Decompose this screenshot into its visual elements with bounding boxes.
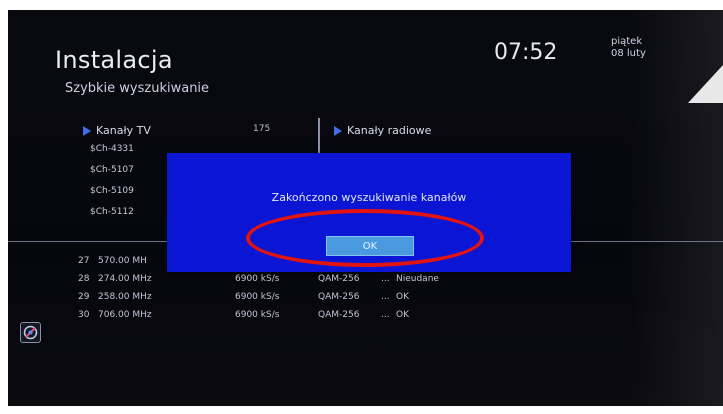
row-status: OK: [396, 292, 409, 302]
row-frequency: 706.00 MHz: [98, 310, 152, 320]
satellite-dish-icon: [23, 325, 38, 340]
tv-frame: Instalacja Szybkie wyszukiwanie 07:52 pi…: [0, 0, 723, 414]
scan-complete-dialog: Zakończono wyszukiwanie kanałów OK: [167, 153, 571, 272]
table-row: 29 258.00 MHz 6900 kS/s QAM-256 ... OK: [78, 292, 538, 310]
row-modulation: QAM-256: [318, 310, 360, 320]
row-symbol-rate: 6900 kS/s: [235, 310, 280, 320]
row-status: Nieudane: [396, 274, 439, 284]
radio-channels-header: Kanały radiowe: [334, 124, 431, 137]
row-modulation: QAM-256: [318, 292, 360, 302]
table-row: 28 274.00 MHz 6900 kS/s QAM-256 ... Nieu…: [78, 274, 538, 292]
list-item: $Ch-5107: [90, 165, 134, 175]
radio-channels-label: Kanały radiowe: [347, 124, 432, 137]
dialog-message: Zakończono wyszukiwanie kanałów: [271, 191, 467, 204]
corner-decoration: [688, 65, 723, 103]
page-title: Instalacja: [55, 46, 173, 74]
row-status: OK: [396, 310, 409, 320]
tv-screen: Instalacja Szybkie wyszukiwanie 07:52 pi…: [8, 10, 723, 406]
tv-channels-header: Kanały TV: [83, 124, 151, 137]
table-row: 30 706.00 MHz 6900 kS/s QAM-256 ... OK: [78, 310, 538, 328]
row-number: 30: [78, 310, 90, 320]
row-frequency: 274.00 MHz: [98, 274, 152, 284]
row-modulation: QAM-256: [318, 274, 360, 284]
row-ellipsis: ...: [381, 292, 390, 302]
row-ellipsis: ...: [381, 310, 390, 320]
list-item: $Ch-4331: [90, 144, 134, 154]
row-frequency: 258.00 MHz: [98, 292, 152, 302]
list-item: $Ch-5112: [90, 207, 134, 217]
row-frequency: 570.00 MH: [98, 256, 147, 266]
tv-channel-list: $Ch-4331 $Ch-5107 $Ch-5109 $Ch-5112: [90, 142, 134, 226]
ok-button[interactable]: OK: [326, 236, 414, 256]
row-number: 27: [78, 256, 90, 266]
play-arrow-icon: [334, 126, 342, 136]
tv-channels-count: 175: [253, 124, 271, 134]
date-display: piątek 08 luty: [611, 36, 646, 60]
play-arrow-icon: [83, 126, 91, 136]
row-symbol-rate: 6900 kS/s: [235, 274, 280, 284]
page-subtitle: Szybkie wyszukiwanie: [65, 81, 210, 96]
row-symbol-rate: 6900 kS/s: [235, 292, 280, 302]
channel-icon: [20, 322, 41, 343]
clock: 07:52: [494, 40, 558, 65]
weekday: piątek: [611, 36, 643, 47]
row-ellipsis: ...: [381, 274, 390, 284]
list-item: $Ch-5109: [90, 186, 134, 196]
row-number: 29: [78, 292, 90, 302]
day-month: 08 luty: [611, 48, 646, 59]
tv-channels-label: Kanały TV: [96, 124, 151, 137]
row-number: 28: [78, 274, 90, 284]
column-divider: [318, 118, 320, 158]
